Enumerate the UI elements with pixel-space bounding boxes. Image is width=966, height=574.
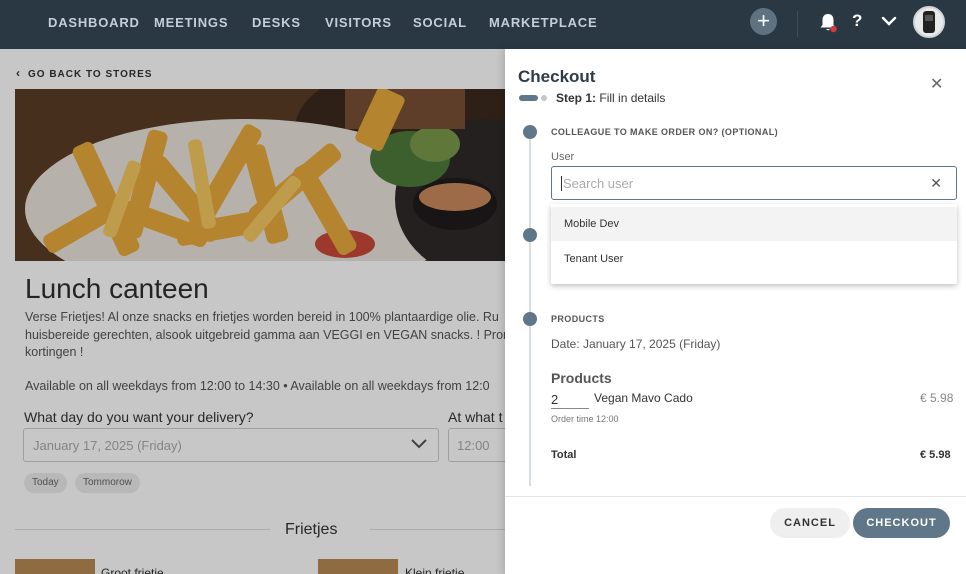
step-indicator-inactive	[541, 95, 547, 101]
line-item-price: € 5.98	[920, 391, 954, 405]
nav-meetings[interactable]: MEETINGS	[154, 15, 228, 30]
nav-visitors[interactable]: VISITORS	[325, 15, 392, 30]
timeline-dot	[523, 125, 537, 139]
help-icon[interactable]: ?	[852, 11, 862, 31]
colleague-heading: COLLEAGUE TO MAKE ORDER ON? (OPTIONAL)	[551, 127, 779, 137]
dropdown-option-mobile-dev[interactable]: Mobile Dev	[551, 207, 957, 241]
step-text: Fill in details	[599, 91, 666, 105]
user-dropdown: Mobile Dev Tenant User	[551, 204, 957, 284]
step-label: Step 1: Fill in details	[556, 91, 665, 105]
step-indicator-active	[519, 95, 538, 101]
checkout-title: Checkout	[518, 67, 596, 86]
products-heading: PRODUCTS	[551, 314, 605, 324]
modal-overlay[interactable]	[0, 49, 505, 574]
clear-icon[interactable]: ✕	[930, 175, 942, 192]
add-button[interactable]: +	[750, 8, 777, 35]
bell-icon[interactable]	[818, 12, 838, 34]
order-date: Date: January 17, 2025 (Friday)	[551, 337, 721, 351]
total-value: € 5.98	[920, 449, 951, 461]
checkout-button[interactable]: CHECKOUT	[853, 508, 950, 538]
step-prefix: Step 1:	[556, 91, 597, 105]
checkout-panel: Checkout ✕ Step 1: Fill in details COLLE…	[505, 49, 966, 574]
footer-divider	[505, 496, 966, 497]
text-cursor	[561, 176, 562, 191]
search-user-placeholder: Search user	[563, 176, 634, 191]
nav-desks[interactable]: DESKS	[252, 15, 301, 30]
quantity-input[interactable]: 2	[551, 391, 589, 409]
search-user-input[interactable]: Search user ✕	[551, 166, 957, 200]
products-title: Products	[551, 370, 612, 386]
top-navigation: DASHBOARD MEETINGS DESKS VISITORS SOCIAL…	[0, 0, 966, 49]
close-icon[interactable]: ✕	[930, 74, 943, 94]
nav-marketplace[interactable]: MARKETPLACE	[489, 15, 597, 30]
chevron-down-icon[interactable]	[880, 14, 898, 28]
avatar[interactable]	[913, 6, 945, 38]
line-item-order-time: Order time 12:00	[551, 414, 619, 424]
total-label: Total	[551, 449, 577, 461]
timeline-line	[529, 133, 531, 486]
timeline-dot	[523, 228, 537, 242]
nav-social[interactable]: SOCIAL	[413, 15, 467, 30]
dropdown-option-tenant-user[interactable]: Tenant User	[551, 242, 957, 276]
user-field-label: User	[551, 151, 575, 163]
cancel-button[interactable]: CANCEL	[770, 508, 850, 538]
timeline-dot	[523, 312, 537, 326]
nav-dashboard[interactable]: DASHBOARD	[48, 15, 140, 30]
line-item-name: Vegan Mavo Cado	[594, 391, 693, 405]
nav-divider	[797, 11, 798, 37]
